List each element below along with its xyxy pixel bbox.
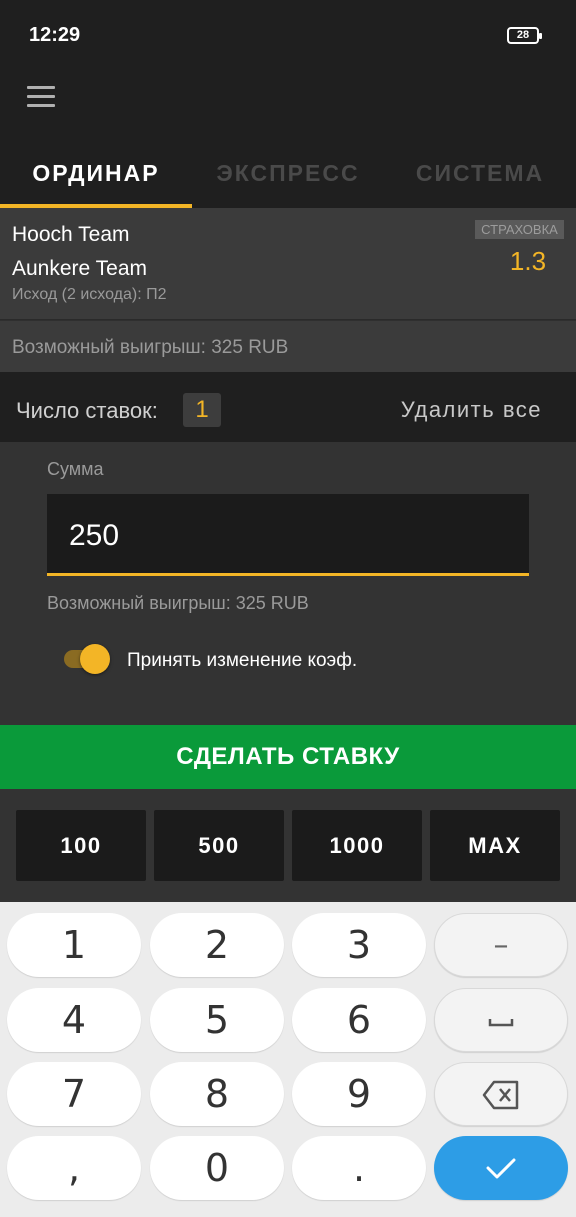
app-bar xyxy=(0,72,576,132)
space-key[interactable] xyxy=(434,988,568,1052)
key-comma[interactable]: , xyxy=(7,1136,141,1200)
key-minus[interactable]: – xyxy=(434,913,568,977)
key-1[interactable]: 1 xyxy=(7,913,141,977)
key-3[interactable]: 3 xyxy=(292,913,426,977)
tab-single[interactable]: ОРДИНАР xyxy=(0,140,192,208)
key-4[interactable]: 4 xyxy=(7,988,141,1052)
space-icon xyxy=(488,1019,514,1027)
quick-amount-max[interactable]: MAX xyxy=(430,810,560,881)
bet-outcome: Исход (2 исхода): П2 xyxy=(12,286,167,303)
backspace-key[interactable] xyxy=(434,1062,568,1126)
accept-changes-label: Принять изменение коэф. xyxy=(127,650,358,671)
status-bar: 12:29 28 xyxy=(0,0,576,72)
bet-card[interactable]: Hooch Team Aunkere Team Исход (2 исхода)… xyxy=(0,208,576,320)
delete-all-button[interactable]: Удалить все xyxy=(401,397,542,423)
done-key[interactable] xyxy=(434,1136,568,1200)
accept-changes-toggle-thumb[interactable] xyxy=(80,644,110,674)
bet-possible-win-text: Возможный выигрыш: 325 RUB xyxy=(12,337,289,358)
key-9[interactable]: 9 xyxy=(292,1062,426,1126)
key-dot[interactable]: . xyxy=(292,1136,426,1200)
insurance-button[interactable]: СТРАХОВКА xyxy=(475,220,564,239)
check-icon xyxy=(486,1158,516,1179)
key-0[interactable]: 0 xyxy=(150,1136,284,1200)
bets-count-badge: 1 xyxy=(183,393,221,427)
key-5[interactable]: 5 xyxy=(150,988,284,1052)
bet-type-tabs: ОРДИНАР ЭКСПРЕСС СИСТЕМА xyxy=(0,140,576,208)
place-bet-button[interactable]: СДЕЛАТЬ СТАВКУ xyxy=(0,725,576,789)
battery-icon: 28 xyxy=(507,27,542,44)
menu-icon[interactable] xyxy=(27,86,55,108)
key-6[interactable]: 6 xyxy=(292,988,426,1052)
bet-possible-win: Возможный выигрыш: 325 RUB xyxy=(0,320,576,372)
key-2[interactable]: 2 xyxy=(150,913,284,977)
tab-express[interactable]: ЭКСПРЕСС xyxy=(192,140,384,208)
bets-count-label: Число ставок: xyxy=(16,398,158,423)
status-time: 12:29 xyxy=(29,24,81,46)
numeric-keyboard: 1 2 3 – 4 5 6 7 8 9 , 0 . xyxy=(0,902,576,1217)
key-8[interactable]: 8 xyxy=(150,1062,284,1126)
battery-level: 28 xyxy=(516,29,530,41)
sum-input[interactable]: 250 xyxy=(47,494,529,576)
form-possible-win: Возможный выигрыш: 325 RUB xyxy=(47,593,309,613)
quick-amounts: 100 500 1000 MAX xyxy=(0,789,576,902)
quick-amount-500[interactable]: 500 xyxy=(154,810,284,881)
quick-amount-1000[interactable]: 1000 xyxy=(292,810,422,881)
team-home: Hooch Team xyxy=(12,223,130,246)
team-away: Aunkere Team xyxy=(12,257,148,280)
sum-label: Сумма xyxy=(47,459,104,479)
quick-amount-100[interactable]: 100 xyxy=(16,810,146,881)
stake-form: Сумма 250 Возможный выигрыш: 325 RUB При… xyxy=(0,442,576,725)
tab-system[interactable]: СИСТЕМА xyxy=(384,140,576,208)
bets-count-row: Число ставок: 1 Удалить все xyxy=(0,378,576,442)
backspace-icon xyxy=(482,1080,519,1110)
bet-coefficient: 1.3 xyxy=(509,246,547,276)
key-7[interactable]: 7 xyxy=(7,1062,141,1126)
